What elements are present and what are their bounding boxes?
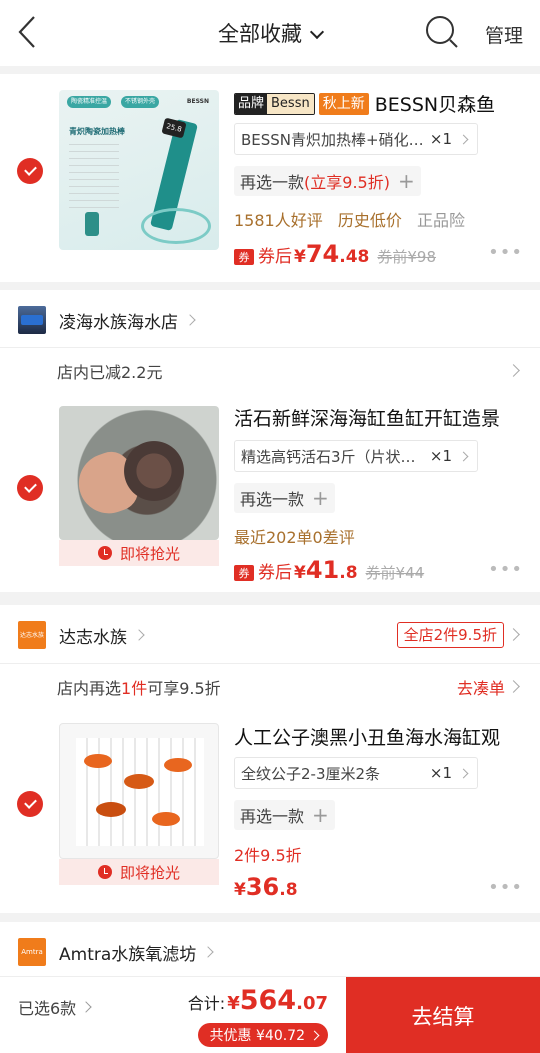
chevron-down-icon	[309, 24, 325, 40]
item-checkbox[interactable]	[17, 791, 43, 817]
price: 74	[305, 240, 340, 268]
clownfish	[164, 758, 192, 772]
spec-lines	[69, 144, 119, 214]
shop-logo-icon	[18, 306, 46, 334]
product-title[interactable]: 人工公子澳黑小丑鱼海水海缸观	[234, 723, 534, 750]
selling-out-banner: 即将抢光	[59, 859, 219, 885]
reselect-button[interactable]: 再选一款 +	[234, 483, 335, 513]
shop-name: 达志水族	[59, 627, 127, 648]
shop-card: Amtra Amtra水族氧滤坊	[0, 922, 540, 982]
promo-text: 店内再选1件可享9.5折	[57, 678, 221, 698]
manage-button[interactable]: 管理	[485, 21, 523, 48]
quantity: ×1	[429, 764, 452, 782]
reviews-count: 1581人好评	[234, 211, 323, 230]
quantity: ×1	[429, 130, 452, 148]
shop-card: 达志水族 达志水族 全店2件9.5折 店内再选1件可享9.5折 去凑单 即将抢光…	[0, 605, 540, 913]
clownfish	[124, 774, 154, 789]
image-tag: 不锈钢外壳	[121, 96, 160, 108]
product-title-row[interactable]: 品牌 Bessn 秋上新 BESSN贝森鱼	[234, 90, 534, 117]
price-row: 券 券后 ¥ 74.48 券前¥98	[234, 240, 436, 268]
chevron-right-icon	[507, 364, 520, 377]
page-title: 全部收藏	[218, 22, 302, 46]
chevron-right-icon	[309, 1030, 320, 1040]
product-meta: 2件9.5折	[234, 846, 302, 865]
checkout-bar: 已选6款 合计: ¥ 564.07 共优惠 ¥40.72 去结算	[0, 976, 540, 1053]
product-title[interactable]: 活石新鲜深海海缸鱼缸开缸造景	[234, 404, 534, 431]
image-tag: 陶瓷精准控温	[67, 96, 112, 108]
item-checkbox[interactable]	[17, 475, 43, 501]
checkout-button[interactable]: 去结算	[346, 977, 540, 1053]
shop-card: 凌海水族海水店 店内已减2.2元 即将抢光 活石新鲜深海海缸鱼缸开缸造景 精选高…	[0, 290, 540, 592]
discount-badge[interactable]: 共优惠 ¥40.72	[197, 1023, 328, 1047]
chevron-right-icon	[458, 134, 469, 144]
shop-logo-icon: 达志水族	[18, 621, 46, 649]
clownfish	[152, 812, 180, 826]
product-meta: 最近202单0差评	[234, 528, 355, 547]
clownfish	[84, 754, 112, 768]
more-options-icon[interactable]: •••	[488, 877, 523, 898]
favorites-page: 全部收藏 管理 陶瓷精准控温 不锈钢外壳 BESSN 青炽陶瓷加热棒 25.8 …	[0, 0, 540, 1053]
cart-item: 陶瓷精准控温 不锈钢外壳 BESSN 青炽陶瓷加热棒 25.8 品牌 Bessn …	[0, 74, 540, 282]
chevron-right-icon	[202, 946, 214, 958]
shop-discount-tag[interactable]: 全店2件9.5折	[396, 622, 504, 648]
shop-header[interactable]: 凌海水族海水店	[0, 290, 540, 350]
product-image[interactable]	[59, 406, 219, 540]
live-rock	[119, 436, 189, 506]
chevron-right-icon	[133, 629, 145, 641]
coupon-icon: 券	[234, 565, 254, 581]
coupon-icon: 券	[234, 249, 254, 265]
original-price: 券前¥98	[377, 248, 437, 266]
price-row: ¥ 36.8	[234, 873, 298, 901]
sku-selector[interactable]: 全纹公子2-3厘米2条 ×1	[234, 757, 478, 789]
shop-promo-row[interactable]: 店内已减2.2元	[0, 347, 540, 393]
top-bar: 全部收藏 管理	[0, 0, 540, 66]
selected-count[interactable]: 已选6款	[18, 995, 92, 1019]
brand-badge: 品牌 Bessn	[234, 92, 315, 115]
item-checkbox[interactable]	[17, 158, 43, 184]
plus-icon: +	[397, 169, 415, 193]
shop-logo-icon: Amtra	[18, 938, 46, 966]
product-meta: 1581人好评 历史低价 正品险	[234, 207, 465, 231]
product-image[interactable]: 陶瓷精准控温 不锈钢外壳 BESSN 青炽陶瓷加热棒 25.8	[59, 90, 219, 250]
chevron-right-icon	[184, 314, 196, 326]
more-options-icon[interactable]: •••	[488, 559, 523, 580]
quantity: ×1	[429, 447, 452, 465]
image-heading: 青炽陶瓷加热棒	[69, 127, 125, 136]
product-image[interactable]	[59, 723, 219, 859]
original-price: 券前¥44	[365, 564, 425, 582]
price-row: 券 券后 ¥ 41.8 券前¥44	[234, 556, 424, 584]
promo-text: 店内已减2.2元	[57, 362, 163, 382]
search-icon[interactable]	[424, 14, 460, 50]
more-options-icon[interactable]: •••	[488, 242, 523, 263]
clock-icon	[97, 865, 112, 879]
price: 41	[305, 556, 340, 584]
chevron-right-icon	[458, 768, 469, 778]
reselect-button[interactable]: 再选一款 +	[234, 800, 335, 830]
tag-insurance: 正品险	[416, 211, 465, 230]
plus-icon: +	[312, 486, 329, 510]
tag-history-low: 历史低价	[337, 211, 402, 230]
price: 36	[245, 873, 280, 901]
shop-promo-row[interactable]: 店内再选1件可享9.5折 去凑单	[0, 663, 540, 709]
controller	[85, 212, 99, 236]
sku-selector[interactable]: 精选高钙活石3斤（片状… ×1	[234, 440, 478, 472]
sku-selector[interactable]: BESSN青炽加热棒+硝化… ×1	[234, 123, 478, 155]
plus-icon: +	[312, 803, 329, 827]
chevron-right-icon	[507, 680, 520, 693]
water-swirl	[141, 208, 211, 244]
shop-header[interactable]: Amtra Amtra水族氧滤坊	[0, 922, 540, 982]
chevron-right-icon	[80, 1001, 92, 1013]
total-price: 合计: ¥ 564.07	[187, 985, 328, 1016]
shop-name: 凌海水族海水店	[59, 312, 178, 333]
reselect-button[interactable]: 再选一款 (立享9.5折) +	[234, 166, 421, 196]
new-badge: 秋上新	[318, 92, 369, 115]
clownfish	[96, 802, 126, 817]
image-brand: BESSN	[186, 98, 209, 105]
product-title: BESSN贝森鱼	[374, 94, 496, 116]
selling-out-banner: 即将抢光	[59, 540, 219, 566]
add-on-link[interactable]: 去凑单	[457, 675, 520, 699]
clock-icon	[97, 546, 112, 560]
chevron-right-icon	[458, 451, 469, 461]
shop-name: Amtra水族氧滤坊	[59, 944, 197, 965]
